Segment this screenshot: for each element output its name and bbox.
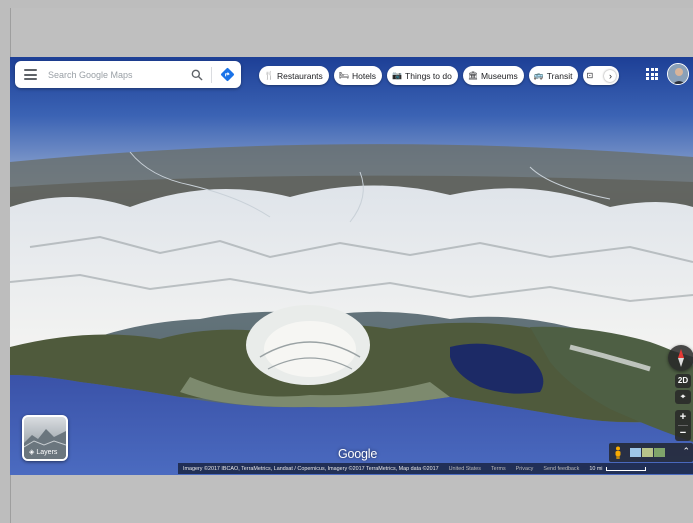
- chevron-right-icon[interactable]: ›: [604, 69, 617, 82]
- layers-label-row: ◈ Layers: [29, 448, 58, 457]
- zoom-in-button[interactable]: +: [675, 410, 691, 425]
- imagery-credit: Imagery ©2017 IBCAO, TerraMetrics, Lands…: [183, 465, 439, 472]
- pegman-icon[interactable]: [614, 446, 622, 459]
- camera-icon: 📷: [392, 70, 403, 80]
- top-gray-margin: [10, 8, 693, 57]
- apps-grid-icon[interactable]: [646, 68, 658, 80]
- expand-icon[interactable]: ⌃: [682, 446, 690, 457]
- terrain-imagery: [10, 144, 693, 475]
- chip-museums[interactable]: 🏛 Museums: [462, 66, 524, 85]
- avatar[interactable]: [667, 63, 689, 85]
- zoom-out-button[interactable]: −: [675, 426, 691, 441]
- bottom-gray-margin: [10, 475, 693, 523]
- layers-button[interactable]: ◈ Layers: [22, 415, 68, 461]
- privacy-link[interactable]: Privacy: [516, 466, 534, 472]
- terms-link[interactable]: Terms: [491, 466, 506, 472]
- google-logo: Google: [338, 447, 378, 461]
- zoom-controls: + −: [675, 410, 691, 441]
- scale-control[interactable]: 10 mi: [589, 465, 646, 472]
- compass-needle-icon: [678, 349, 684, 367]
- chip-things-to-do[interactable]: 📷 Things to do: [387, 66, 458, 85]
- chip-transit[interactable]: 🚌 Transit: [528, 66, 579, 85]
- chip-label: Hotels: [351, 70, 377, 81]
- chip-hotels[interactable]: 🛏 Hotels: [333, 66, 383, 85]
- search-box: [15, 61, 241, 88]
- compass-control[interactable]: [668, 345, 693, 371]
- chip-label: Things to do: [405, 70, 452, 81]
- scale-label: 10 mi: [589, 465, 603, 472]
- chip-more[interactable]: ⊡ ›: [583, 66, 620, 85]
- pharmacy-icon: ⊡: [586, 70, 594, 80]
- menu-icon[interactable]: [24, 69, 37, 80]
- send-feedback-link[interactable]: Send feedback: [543, 466, 579, 472]
- street-view-panel: ⌃: [609, 443, 693, 462]
- layers-icon: ◈: [29, 449, 35, 456]
- transit-icon: 🚌: [533, 70, 544, 80]
- attribution-bar: Imagery ©2017 IBCAO, TerraMetrics, Lands…: [178, 463, 693, 474]
- imagery-thumbnails[interactable]: [630, 448, 665, 457]
- my-location-icon[interactable]: ⌖: [675, 390, 691, 404]
- view-controls: 2D ⌖: [675, 374, 691, 404]
- restaurant-icon: 🍴: [264, 70, 274, 80]
- scale-bar: [605, 466, 646, 471]
- toggle-2d-button[interactable]: 2D: [675, 374, 691, 388]
- country-link[interactable]: United States: [449, 466, 481, 472]
- directions-icon[interactable]: [220, 67, 235, 82]
- search-divider: [211, 67, 212, 83]
- satellite-map-view[interactable]: 🍴 Restaurants 🛏 Hotels 📷 Things to do 🏛 …: [10, 57, 693, 475]
- layers-label: Layers: [36, 448, 58, 456]
- chip-label: Museums: [480, 70, 518, 81]
- chip-label: Transit: [546, 70, 573, 81]
- search-icon[interactable]: [190, 68, 204, 82]
- chip-label: Restaurants: [276, 70, 323, 81]
- museum-icon: 🏛: [467, 70, 478, 80]
- category-chips: 🍴 Restaurants 🛏 Hotels 📷 Things to do 🏛 …: [259, 66, 620, 85]
- chip-restaurants[interactable]: 🍴 Restaurants: [259, 66, 329, 85]
- hotel-icon: 🛏: [338, 70, 349, 80]
- search-input[interactable]: [48, 66, 178, 83]
